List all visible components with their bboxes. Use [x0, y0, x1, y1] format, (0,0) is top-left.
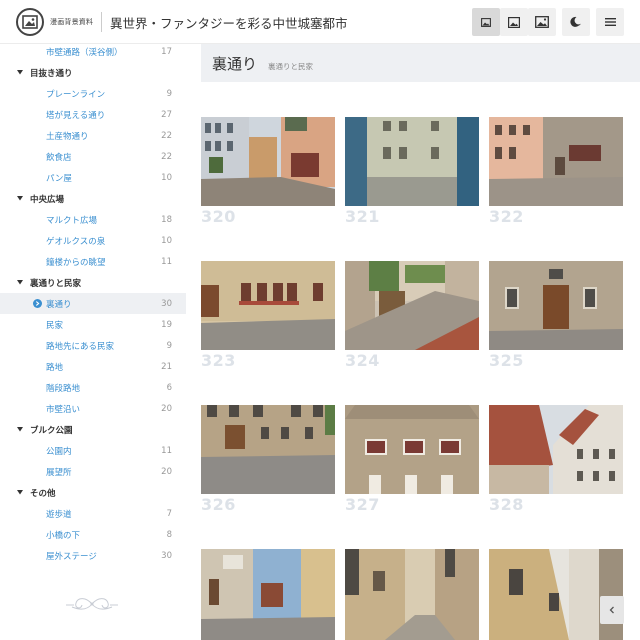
- image-small-button[interactable]: [472, 8, 500, 36]
- image-small-icon: [481, 17, 491, 27]
- photo-thumbnail[interactable]: [201, 117, 335, 206]
- sidebar-category[interactable]: 裏通りと民家: [0, 272, 186, 293]
- image-medium-button[interactable]: [500, 8, 528, 36]
- photo-number: 327: [345, 495, 380, 514]
- caret-down-icon: [17, 490, 25, 495]
- menu-icon: [604, 18, 616, 26]
- image-large-button[interactable]: [528, 8, 556, 36]
- sidebar-item[interactable]: 土産物通り 22: [0, 125, 186, 146]
- photo-thumbnail[interactable]: [489, 405, 623, 494]
- sidebar-item[interactable]: 遊歩道 7: [0, 503, 186, 524]
- sidebar-item[interactable]: パン屋 10: [0, 167, 186, 188]
- image-medium-icon: [508, 16, 520, 28]
- photo-thumbnail[interactable]: [201, 261, 335, 350]
- photo-thumbnail[interactable]: [345, 261, 479, 350]
- photo-thumbnail[interactable]: [489, 549, 623, 640]
- site-header: 漫画背景資料 異世界・ファンタジーを彩る中世城塞都市: [0, 0, 640, 44]
- ornament-icon: [66, 598, 118, 610]
- sidebar: 市壁通路（渓谷側） 17 目抜き通り プレーンライン 9 塔が見える通り 27 土産物…: [0, 44, 186, 640]
- sidebar-category[interactable]: 中央広場: [0, 188, 186, 209]
- dark-mode-button[interactable]: [562, 8, 590, 36]
- sidebar-item[interactable]: 路地先にある民家 9: [0, 335, 186, 356]
- sidebar-item-active[interactable]: 裏通り 30: [0, 293, 186, 314]
- sidebar-item[interactable]: 民家 19: [0, 314, 186, 335]
- caret-down-icon: [17, 196, 25, 201]
- breadcrumb[interactable]: 裏通りと民家: [268, 61, 313, 72]
- photo-thumbnail[interactable]: [345, 117, 479, 206]
- moon-icon: [570, 16, 581, 27]
- sidebar-category[interactable]: ブルク公園: [0, 419, 186, 440]
- photo-thumbnail[interactable]: [345, 405, 479, 494]
- sidebar-item[interactable]: 市壁沿い 20: [0, 398, 186, 419]
- sidebar-item[interactable]: 屋外ステージ 30: [0, 545, 186, 566]
- page-title: 裏通り: [212, 55, 258, 73]
- logo-text[interactable]: 漫画背景資料: [50, 17, 93, 27]
- photo-number: 320: [201, 207, 236, 226]
- site-title[interactable]: 異世界・ファンタジーを彩る中世城塞都市: [110, 13, 348, 32]
- sidebar-item[interactable]: 鐘楼からの眺望 11: [0, 251, 186, 272]
- caret-down-icon: [17, 427, 25, 432]
- sidebar-item[interactable]: 小橋の下 8: [0, 524, 186, 545]
- photo-number: 323: [201, 351, 236, 370]
- sidebar-category[interactable]: 目抜き通り: [0, 62, 186, 83]
- photo-thumbnail[interactable]: [201, 549, 335, 640]
- sidebar-item[interactable]: 階段路地 6: [0, 377, 186, 398]
- chevron-right-icon: [33, 299, 42, 308]
- sidebar-item[interactable]: 路地 21: [0, 356, 186, 377]
- sidebar-item[interactable]: 公園内 11: [0, 440, 186, 461]
- caret-down-icon: [17, 280, 25, 285]
- photo-number: 326: [201, 495, 236, 514]
- sidebar-item[interactable]: プレーンライン 9: [0, 83, 186, 104]
- header-divider: [101, 12, 102, 32]
- photo-thumbnail[interactable]: [489, 261, 623, 350]
- sidebar-item[interactable]: 展望所 20: [0, 461, 186, 482]
- photo-number: 322: [489, 207, 524, 226]
- sidebar-item[interactable]: マルクト広場 18: [0, 209, 186, 230]
- caret-down-icon: [17, 70, 25, 75]
- sidebar-category[interactable]: その他: [0, 482, 186, 503]
- scroll-left-button[interactable]: [600, 596, 624, 624]
- photo-thumbnail[interactable]: [489, 117, 623, 206]
- page-header: 裏通り 裏通りと民家: [201, 44, 640, 82]
- logo-icon[interactable]: [16, 8, 44, 36]
- menu-button[interactable]: [596, 8, 624, 36]
- photo-number: 325: [489, 351, 524, 370]
- sidebar-item[interactable]: ゲオルクスの泉 10: [0, 230, 186, 251]
- photo-number: 328: [489, 495, 524, 514]
- sidebar-item[interactable]: 塔が見える通り 27: [0, 104, 186, 125]
- chevron-left-icon: [609, 606, 614, 614]
- photo-thumbnail[interactable]: [345, 549, 479, 640]
- photo-number: 321: [345, 207, 380, 226]
- image-large-icon: [535, 16, 549, 28]
- photo-number: 324: [345, 351, 380, 370]
- sidebar-item[interactable]: 市壁通路（渓谷側） 17: [0, 44, 186, 62]
- sidebar-item[interactable]: 飲食店 22: [0, 146, 186, 167]
- photo-thumbnail[interactable]: [201, 405, 335, 494]
